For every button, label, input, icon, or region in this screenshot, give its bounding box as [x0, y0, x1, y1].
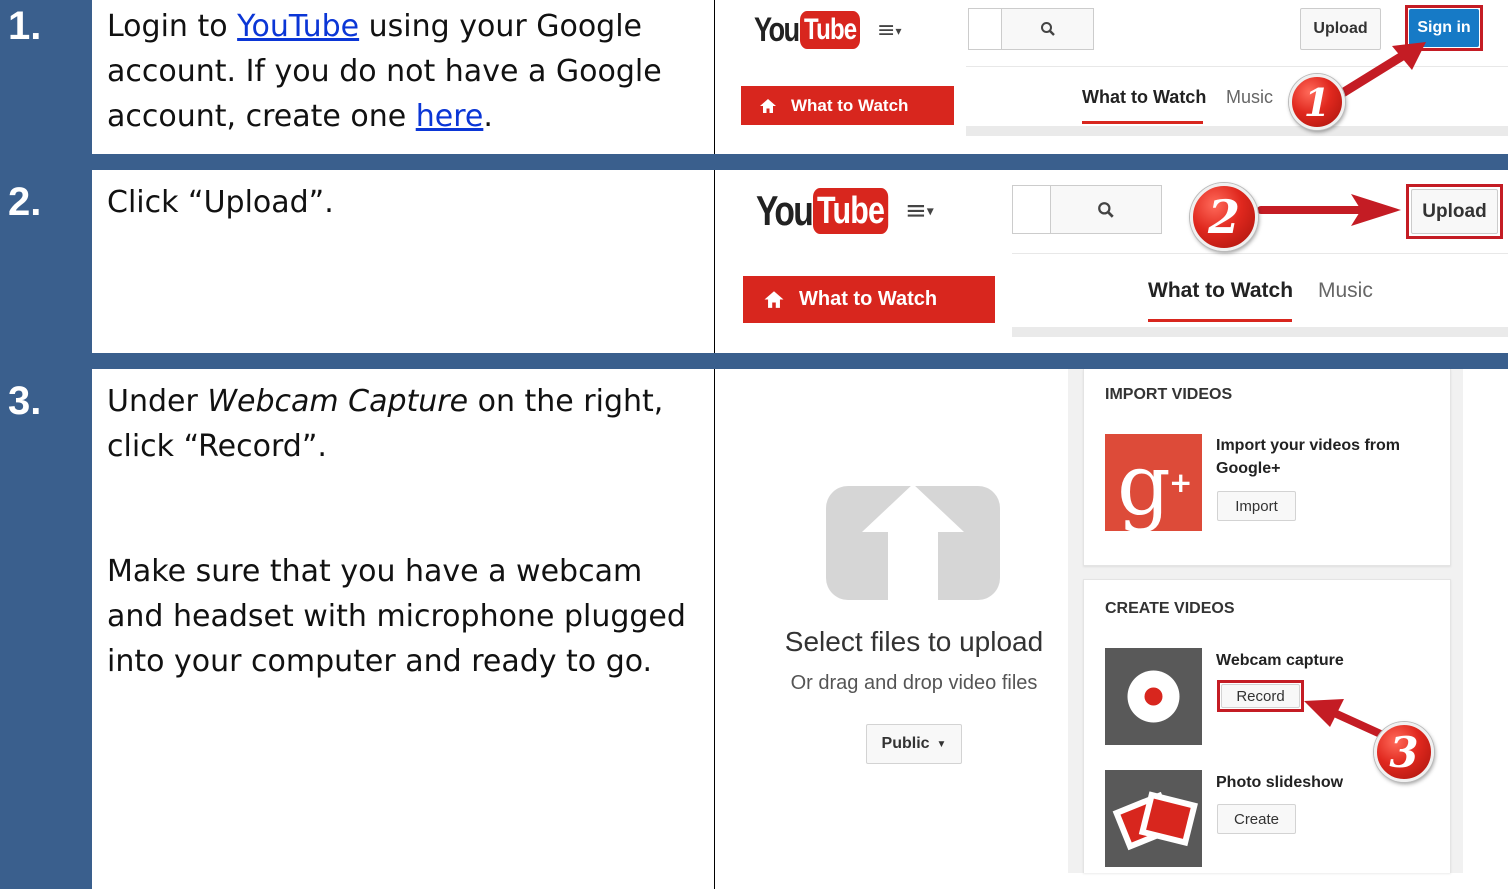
s3-webcam-title: Webcam capture	[1216, 652, 1344, 669]
svg-text:+: +	[1169, 466, 1192, 499]
s3-privacy-dropdown[interactable]: Public ▼	[866, 724, 962, 764]
s3-create-button[interactable]: Create	[1217, 804, 1296, 834]
s1-search-icon	[1040, 22, 1055, 36]
s1-step-badge: 1	[1289, 74, 1345, 130]
s3-import-heading: IMPORT VIDEOS	[1105, 386, 1233, 403]
s2-what-to-watch-label: What to Watch	[799, 288, 938, 310]
s1-tab-active-underline	[1082, 121, 1203, 124]
create-account-link[interactable]: here	[416, 99, 484, 134]
s2-search-icon	[1098, 201, 1114, 218]
s1-youtube-logo[interactable]: You Tube	[754, 10, 875, 50]
s2-guide-menu-icon[interactable]: ≡▾	[905, 196, 934, 226]
s3-select-files-heading: Select files to upload	[784, 626, 1044, 657]
svg-text:g: g	[1117, 436, 1171, 531]
s2-what-to-watch-button[interactable]: What to Watch	[743, 276, 995, 323]
s2-search-box[interactable]	[1012, 185, 1162, 234]
s2-home-icon	[764, 291, 784, 308]
s2-tab-active-underline	[1148, 319, 1292, 322]
step-1-text-before: Login to	[107, 9, 238, 44]
s2-search-button[interactable]	[1050, 186, 1161, 233]
s1-logo-tube: Tube	[799, 11, 861, 49]
step-1-text-after: .	[483, 99, 493, 134]
step-3-note: Make sure that you have a webcam and hea…	[107, 554, 686, 679]
s3-import-title: Import your videos from Google+	[1216, 437, 1401, 477]
s2-logo-tube: Tube	[813, 188, 889, 234]
s1-what-to-watch-button[interactable]: What to Watch	[741, 86, 954, 125]
s2-step-badge: 2	[1190, 183, 1258, 251]
step-number-3: 3.	[8, 379, 42, 423]
s3-step-badge: 3	[1374, 722, 1434, 782]
step-number-2: 2.	[8, 180, 42, 224]
column-divider-3	[714, 369, 715, 889]
s1-search-box[interactable]	[968, 8, 1094, 50]
s2-youtube-logo[interactable]: You Tube	[756, 186, 907, 236]
s3-slideshow-title: Photo slideshow	[1216, 774, 1344, 791]
youtube-link[interactable]: YouTube	[237, 9, 359, 44]
step-sidebar	[0, 0, 92, 889]
s1-tab-music[interactable]: Music	[1226, 87, 1273, 108]
google-plus-icon: g +	[1105, 434, 1202, 534]
column-divider-1	[714, 0, 715, 154]
s3-create-heading: CREATE VIDEOS	[1105, 600, 1235, 617]
row-divider-1	[0, 154, 1508, 170]
step-number-1: 1.	[8, 4, 42, 48]
s2-tab-music[interactable]: Music	[1318, 279, 1373, 303]
step-3-italic: Webcam Capture	[207, 384, 469, 419]
step-3-text: Under Webcam Capture on the right, click…	[107, 379, 677, 469]
s3-drag-drop-text: Or drag and drop video files	[790, 672, 1038, 694]
s1-home-icon	[760, 98, 776, 113]
s2-upload-button[interactable]: Upload	[1411, 189, 1498, 234]
s3-privacy-value: Public	[881, 735, 930, 752]
s2-annotation-arrow	[1257, 194, 1401, 226]
s2-tab-what-to-watch[interactable]: What to Watch	[1148, 279, 1293, 303]
s3-upload-arrow-icon	[826, 484, 1000, 604]
s3-import-button[interactable]: Import	[1217, 491, 1296, 521]
step-3-text-before: Under	[107, 384, 208, 419]
s1-tab-what-to-watch[interactable]: What to Watch	[1082, 87, 1206, 108]
s3-record-button[interactable]: Record	[1221, 684, 1300, 708]
step-2-text: Click “Upload”.	[107, 185, 334, 220]
s1-search-button[interactable]	[1001, 9, 1093, 49]
column-divider-2	[714, 170, 715, 353]
row-divider-2	[0, 353, 1508, 369]
webcam-record-icon	[1105, 648, 1202, 745]
caret-down-icon: ▼	[936, 738, 947, 750]
s1-guide-menu-icon[interactable]: ≡▾	[877, 18, 901, 43]
s1-what-to-watch-label: What to Watch	[791, 95, 909, 115]
step-1-text: Login to YouTube using your Google accou…	[107, 4, 697, 139]
s2-logo-you: You	[756, 187, 814, 234]
s1-logo-you: You	[754, 10, 800, 49]
photo-slideshow-icon	[1105, 770, 1202, 867]
